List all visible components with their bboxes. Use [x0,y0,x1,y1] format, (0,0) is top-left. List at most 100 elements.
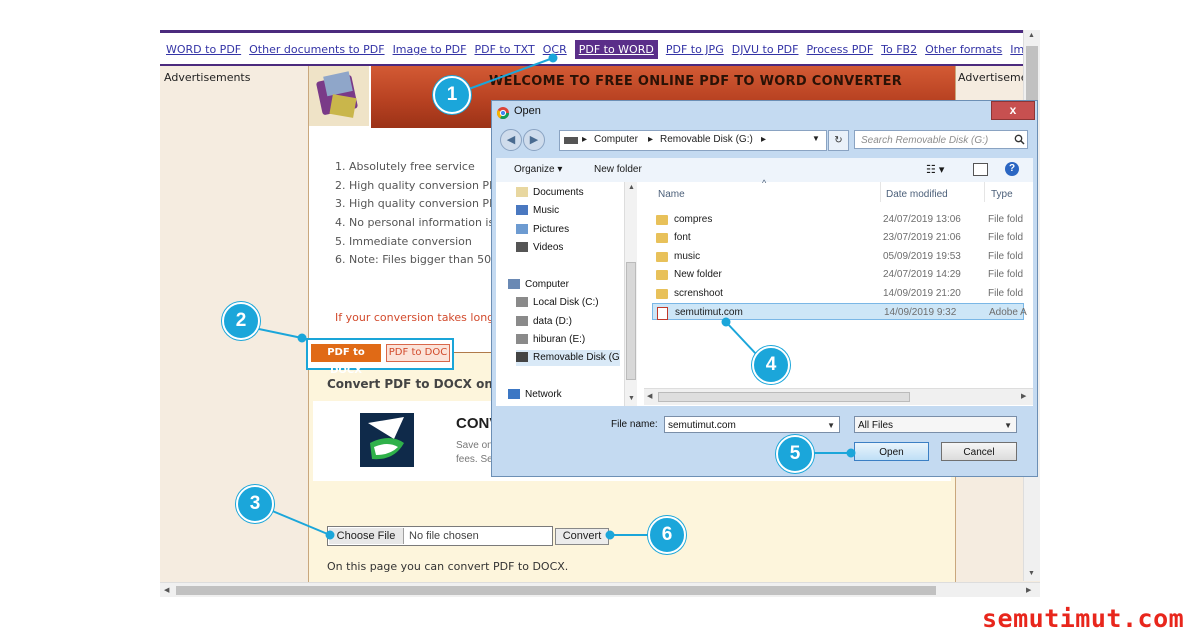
scroll-up-icon[interactable]: ▲ [628,184,635,191]
search-icon[interactable] [1014,134,1025,145]
page-vertical-thumb[interactable] [1026,46,1038,100]
nav-link-pdf-to-txt[interactable]: PDF to TXT [474,43,534,56]
scroll-up-icon[interactable]: ▲ [1028,32,1035,39]
chrome-icon [497,107,509,119]
tree-item[interactable]: Local Disk (C:) [516,295,599,311]
file-list-horizontal-scrollbar[interactable]: ◀ ▶ [644,388,1033,405]
column-divider [984,182,985,202]
tab-pdf-to-doc[interactable]: PDF to DOC [386,344,450,362]
folder-icon [656,270,668,281]
drive-icon [564,137,578,144]
ads-left-label: Advertisements [164,71,251,84]
nav-link-word-to-pdf[interactable]: WORD to PDF [166,43,241,56]
back-arrow-icon[interactable]: ◀ [500,129,522,151]
file-row[interactable]: font 23/07/2019 21:06 File fold [652,229,1024,246]
tree-item[interactable]: data (D:) [516,314,572,330]
network-icon [508,389,520,400]
file-type-select[interactable]: All Files ▼ [854,416,1017,433]
cancel-button[interactable]: Cancel [941,442,1017,461]
chevron-down-icon[interactable]: ▼ [827,417,835,434]
nav-link-djvu-to-pdf[interactable]: DJVU to PDF [732,43,799,56]
file-row[interactable]: semutimut.com 14/09/2019 9:32 Adobe A [652,303,1027,320]
file-row[interactable]: music 05/09/2019 19:53 File fold [652,248,1024,265]
file-row[interactable]: New folder 24/07/2019 14:29 File fold [652,266,1024,283]
nav-link-pdf-to-jpg[interactable]: PDF to JPG [666,43,724,56]
choose-file-button[interactable]: Choose File [329,528,404,544]
address-bar[interactable]: ▸ Computer ▸ Removable Disk (G:) ▸ ▼ [559,130,827,151]
refresh-icon[interactable]: ↻ [828,130,849,151]
page-horizontal-scrollbar[interactable]: ◀ ▶ [160,582,1040,597]
convert-button[interactable]: Convert [555,528,609,545]
scroll-left-icon[interactable]: ◀ [647,392,652,400]
search-input[interactable]: Search Removable Disk (G:) [854,130,1028,149]
tree-item[interactable]: Documents [516,185,584,201]
column-header-name[interactable]: Name [658,189,685,200]
feature-item: 1. Absolutely free service [335,160,475,173]
nav-link-pdf-to-word[interactable]: PDF to WORD [574,40,658,59]
forward-arrow-icon[interactable]: ▶ [523,129,545,151]
tree-item[interactable]: Removable Disk (G [516,350,620,366]
file-name-label: File name: [611,419,658,430]
breadcrumb-computer[interactable]: Computer [594,134,638,145]
file-row[interactable]: compres 24/07/2019 13:06 File fold [652,211,1024,228]
file-type: Adobe A [989,307,1027,318]
computer-icon [508,279,520,290]
file-date: 14/09/2019 9:32 [884,307,957,318]
callout-5: 5 [776,435,814,473]
column-header-date[interactable]: Date modified [886,189,948,200]
folder-icon [656,288,668,299]
nav-pane-scrollbar[interactable]: ▲ ▼ [624,182,637,406]
open-file-dialog: Open x ◀ ▶ ▸ Computer ▸ Removable Disk (… [491,100,1038,477]
view-options-icon[interactable]: ☷ ▾ [926,163,944,176]
nav-links: WORD to PDF Other documents to PDF Image t… [166,40,1040,59]
nav-link-image-to-pdf[interactable]: Image to PDF [393,43,467,56]
column-divider [880,182,881,202]
file-type: File fold [988,269,1024,281]
file-name-input[interactable]: semutimut.com ▼ [664,416,840,433]
folder-icon [656,215,668,225]
file-date: 24/07/2019 13:06 [883,214,961,225]
chevron-down-icon[interactable]: ▼ [1004,417,1012,434]
file-type: File fold [988,214,1024,225]
nav-link-other-formats[interactable]: Other formats [925,43,1002,56]
tree-item[interactable]: Computer [508,277,569,293]
tree-item[interactable]: Videos [516,240,563,256]
file-row[interactable]: screnshoot 14/09/2019 21:20 File fold [652,285,1024,302]
file-type: File fold [988,232,1024,244]
new-folder-button[interactable]: New folder [594,164,642,175]
scroll-down-icon[interactable]: ▼ [628,395,635,402]
tree-item[interactable]: Music [516,203,559,219]
nav-link-other-documents-to-pdf[interactable]: Other documents to PDF [249,43,384,56]
scroll-right-icon[interactable]: ▶ [1021,392,1026,400]
preview-pane-icon[interactable] [973,163,988,176]
address-dropdown-icon[interactable]: ▼ [812,134,820,143]
file-list-thumb[interactable] [658,392,910,402]
file-input[interactable]: Choose File No file chosen [327,526,553,546]
tree-item[interactable]: Network [508,387,562,403]
breadcrumb-removable-disk[interactable]: Removable Disk (G:) [660,134,753,145]
organize-button[interactable]: Organize ▾ [514,164,562,175]
feature-item: 2. High quality conversion PDF [335,178,504,192]
tree-item-label: Network [525,389,562,400]
drive-icon [516,297,528,308]
column-header-type[interactable]: Type [991,189,1013,200]
tree-item-label: Videos [533,242,564,253]
scroll-left-icon[interactable]: ◀ [164,586,169,594]
tree-item[interactable]: Pictures [516,222,569,238]
nav-link-process-pdf[interactable]: Process PDF [806,43,873,56]
scroll-right-icon[interactable]: ▶ [1026,586,1031,594]
close-button[interactable]: x [991,101,1035,120]
tree-item[interactable]: hiburan (E:) [516,332,585,348]
page-horizontal-thumb[interactable] [176,586,936,595]
nav-pane-thumb[interactable] [626,262,636,380]
tab-pdf-to-docx[interactable]: PDF to DOCX [311,344,381,376]
feature-item: 5. Immediate conversion [335,234,472,248]
open-button[interactable]: Open [854,442,929,461]
nav-link-ocr[interactable]: OCR [543,43,567,56]
nav-link-to-fb2[interactable]: To FB2 [881,43,917,56]
help-icon[interactable]: ? [1005,162,1019,176]
site-logo [309,66,369,126]
breadcrumb-separator-icon: ▸ [582,134,588,145]
callout-4: 4 [752,346,790,384]
scroll-down-icon[interactable]: ▼ [1028,570,1035,577]
